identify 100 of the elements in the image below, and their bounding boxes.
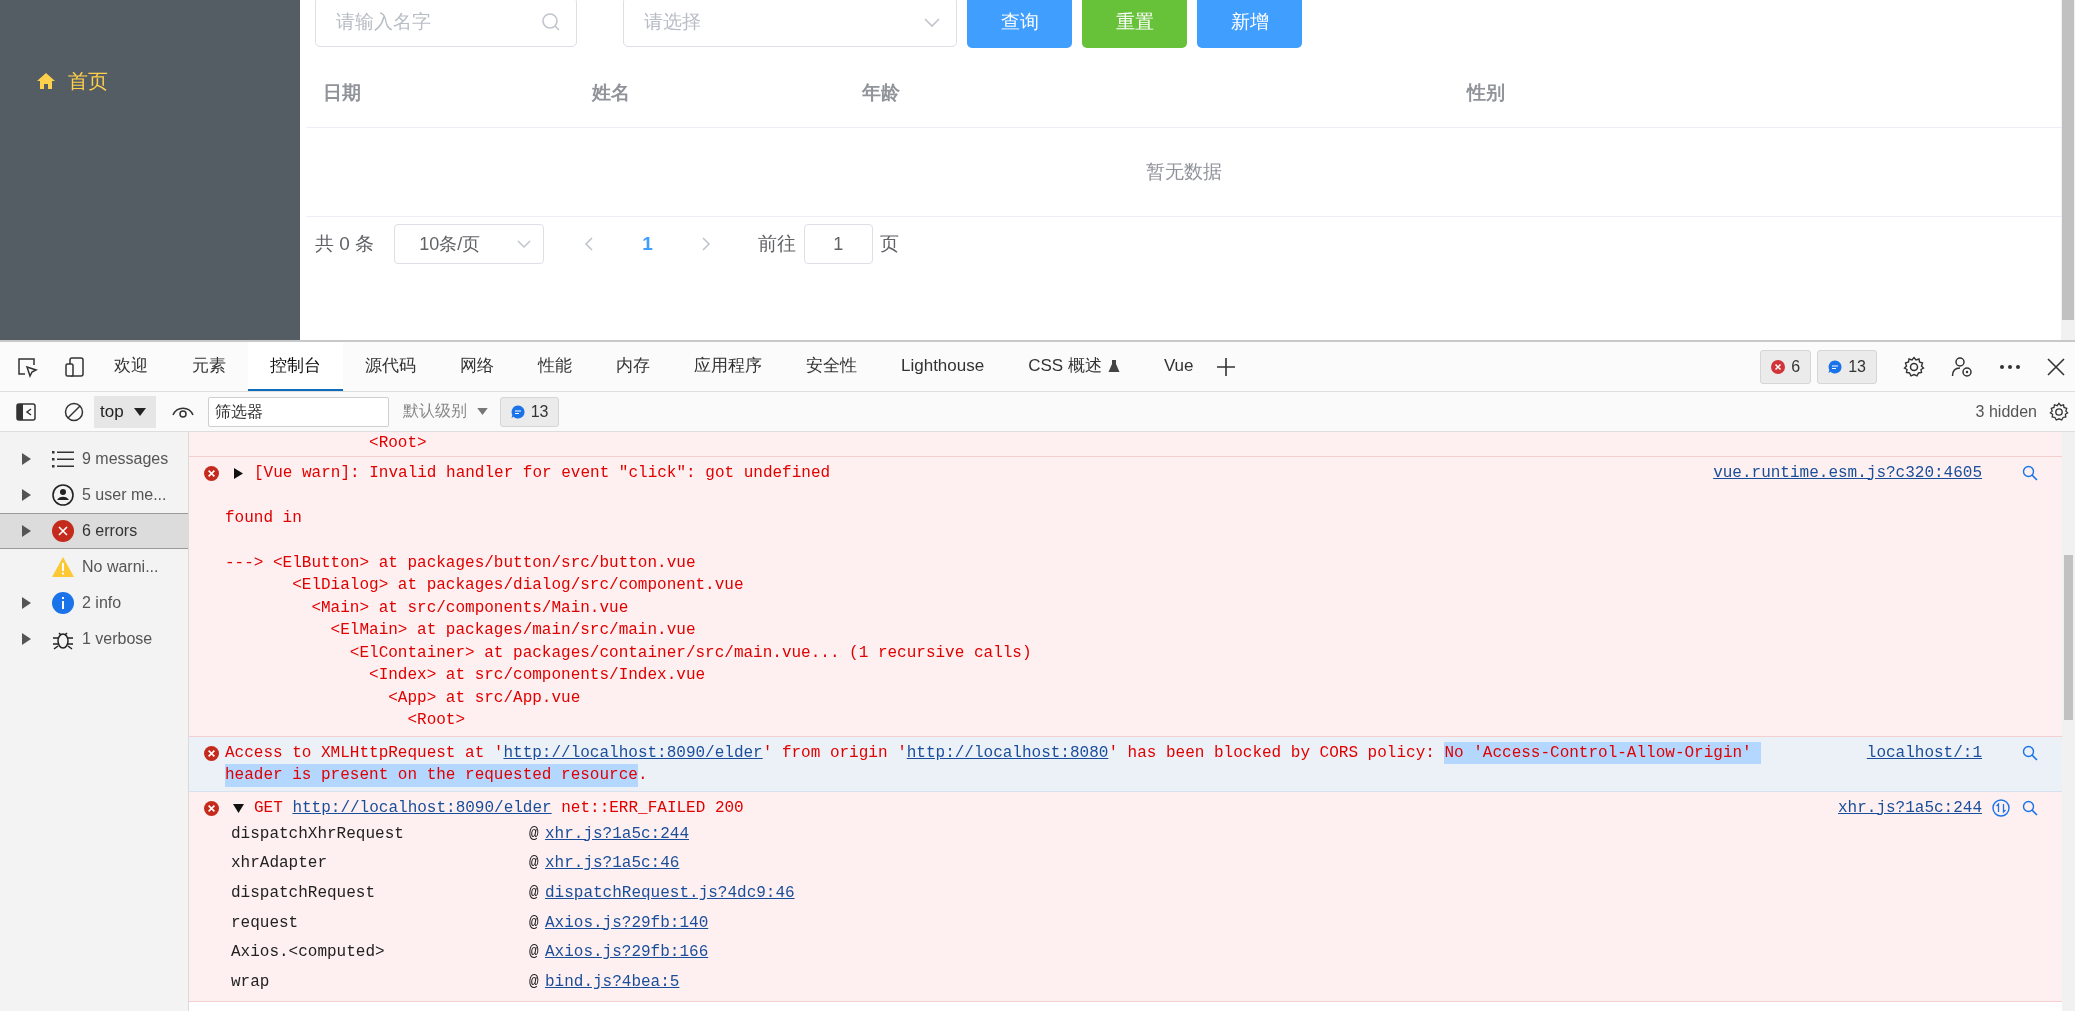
console-message-row[interactable]: [189, 736, 2062, 792]
inspect-icon[interactable]: [16, 355, 38, 378]
select-field[interactable]: 请选择: [623, 0, 957, 47]
chevron-down-icon: [517, 239, 532, 249]
column-header: 姓名: [592, 80, 630, 105]
error-count-badge[interactable]: 6: [1760, 349, 1812, 384]
person-settings-icon[interactable]: [1951, 355, 1973, 378]
trace-line: <App> at src/App.vue: [387, 687, 582, 709]
stack-function: dispatchXhrRequest: [231, 823, 405, 845]
trace-line: found in: [225, 507, 303, 529]
chevron-down-icon: [923, 16, 941, 28]
source-link[interactable]: xhr.js?1a5c:244: [1837, 798, 1982, 817]
trace-line: <ElMain> at packages/main/src/main.vue: [329, 620, 697, 641]
info-icon: [52, 592, 74, 614]
scrollbar[interactable]: [2062, 432, 2075, 1011]
sidebar-filter-item[interactable]: 2 info: [0, 585, 188, 621]
at-sign: @: [529, 882, 540, 904]
devtools-tab[interactable]: Vue: [1141, 342, 1216, 391]
sidebar-filter-item[interactable]: 6 errors: [0, 513, 188, 549]
sidebar-filter-item[interactable]: No warni...: [0, 549, 188, 585]
filter-field[interactable]: 筛选器: [207, 396, 389, 427]
trace-line: <Root>: [406, 710, 467, 731]
flask-icon: [1107, 358, 1120, 373]
empty-text: 暂无数据: [1146, 160, 1222, 184]
sidebar-filter-item[interactable]: 5 user me...: [0, 477, 188, 513]
expand-triangle-icon: [21, 525, 31, 537]
at-sign: @: [529, 853, 540, 875]
at-sign: @: [529, 942, 540, 964]
source-link[interactable]: vue.runtime.esm.js?c320:4605: [1713, 463, 1982, 482]
stack-location-link[interactable]: dispatchRequest.js?4dc9:46: [545, 881, 1838, 905]
column-header: 性别: [1467, 80, 1505, 105]
issues-badge[interactable]: 13: [499, 396, 560, 427]
close-icon[interactable]: [2047, 357, 2065, 376]
error-icon: [52, 520, 74, 542]
sidebar-filter-item[interactable]: 9 messages: [0, 441, 188, 477]
expand-triangle-icon: [21, 453, 31, 465]
devtools-tab[interactable]: 欢迎: [92, 342, 170, 391]
collapse-triangle-icon[interactable]: [233, 802, 244, 814]
more-icon[interactable]: [1999, 363, 2021, 370]
settings-icon[interactable]: [1903, 355, 1925, 378]
stack-location-link[interactable]: Axios.js?29fb:140: [545, 911, 1838, 935]
devtools-tab[interactable]: 源代码: [343, 342, 438, 391]
expand-triangle-icon: [21, 489, 31, 501]
caret-icon: [476, 408, 488, 415]
user-icon: [52, 484, 74, 506]
search-icon[interactable]: [2022, 464, 2038, 481]
devtools-tab[interactable]: 元素: [170, 342, 248, 391]
url-link[interactable]: http://localhost:8090/elder: [292, 798, 552, 817]
plus-icon[interactable]: [1215, 356, 1236, 377]
console-message: Access to XMLHttpRequest at 'http://localhost:8090/elder' from origin 'http://localhost:8080' has been blocked by CORS policy: No 'Access-Control-Allow-Origin' header is present on the requested resource.: [225, 741, 1785, 787]
url-link[interactable]: http://localhost:8080: [906, 743, 1109, 762]
context-dropdown[interactable]: top: [94, 395, 156, 428]
stack-function: request: [231, 912, 300, 934]
chat-icon: [510, 404, 525, 419]
devtools-tab[interactable]: 性能: [516, 342, 594, 391]
url-link[interactable]: http://localhost:8090/elder: [503, 743, 763, 762]
console-message: GET http://localhost:8090/elder net::ERR_FAILED 200: [254, 797, 744, 819]
log-level-dropdown[interactable]: 默认级别: [402, 401, 488, 422]
list-icon: [52, 450, 74, 468]
chat-icon: [1828, 359, 1843, 374]
clear-console-icon[interactable]: [64, 401, 84, 422]
stack-location-link[interactable]: Axios.js?29fb:166: [545, 941, 1838, 964]
search-icon: [541, 12, 561, 32]
search-field[interactable]: 请输入名字: [315, 0, 577, 47]
trace-line: <ElDialog> at packages/dialog/src/component.vue: [291, 575, 745, 596]
settings-icon[interactable]: [2049, 401, 2069, 422]
devtools-tab[interactable]: CSS 概述: [1006, 342, 1142, 391]
expand-triangle-icon[interactable]: [233, 467, 244, 479]
devtools-tab[interactable]: 控制台: [248, 342, 343, 391]
sidebar-toggle-icon[interactable]: [16, 402, 36, 421]
search-icon[interactable]: [2022, 744, 2038, 761]
devtools-tab[interactable]: 网络: [438, 342, 516, 391]
stack-location-link[interactable]: xhr.js?1a5c:244: [545, 822, 1838, 846]
error-icon: [203, 745, 219, 761]
network-request-icon[interactable]: [1992, 798, 2010, 817]
warning-icon: [52, 557, 74, 577]
total-count: 共 0 条: [315, 232, 375, 256]
stack-location-link[interactable]: xhr.js?1a5c:46: [545, 852, 1838, 875]
search-icon[interactable]: [2022, 799, 2038, 816]
device-icon[interactable]: [64, 355, 86, 378]
source-link[interactable]: localhost/:1: [1866, 743, 1982, 762]
stack-location-link[interactable]: bind.js?4bea:5: [545, 971, 1838, 994]
page-input[interactable]: 1: [803, 224, 873, 264]
scrollbar[interactable]: [2061, 0, 2075, 340]
devtools-tab[interactable]: Lighthouse: [879, 342, 1007, 391]
stack-function: wrap: [231, 972, 271, 994]
menu-item[interactable]: 首页: [0, 38, 300, 124]
sidebar-filter-item[interactable]: 1 verbose: [0, 621, 188, 657]
text-selection: header is present on the requested resource: [225, 764, 638, 787]
devtools-tab[interactable]: 内存: [594, 342, 672, 391]
issue-count-badge[interactable]: 13: [1817, 349, 1877, 384]
error-icon: [1771, 359, 1786, 374]
hidden-count: 3 hidden: [1975, 402, 2037, 421]
console-message: [Vue warn]: Invalid handler for event "click": got undefined: [254, 462, 831, 484]
error-icon: [203, 465, 219, 481]
page-size-select[interactable]: 10条/页: [394, 224, 545, 264]
trace-line: <Main> at src/components/Main.vue: [310, 597, 630, 619]
devtools-tab[interactable]: 安全性: [784, 342, 879, 391]
console-message-row[interactable]: <Root>: [189, 432, 2062, 457]
devtools-tab[interactable]: 应用程序: [672, 342, 784, 391]
